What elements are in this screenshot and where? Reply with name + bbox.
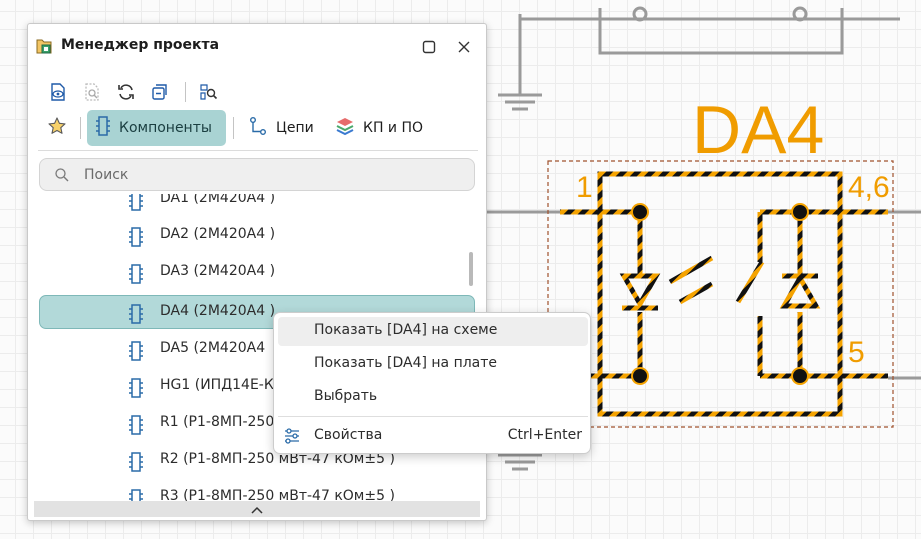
component-designator: DA4 (692, 92, 824, 168)
toolbar-separator (185, 82, 186, 102)
list-item-label: DA5 (2М420А4 (160, 340, 266, 356)
panel-titlebar[interactable]: Менеджер проекта (28, 24, 486, 68)
chevron-up-icon (250, 500, 264, 519)
maximize-button[interactable] (418, 36, 440, 58)
net-icon (248, 116, 268, 140)
project-manager-icon (35, 37, 53, 59)
pin-label-5: 5 (848, 336, 865, 369)
list-item-da2[interactable]: DA2 (2М420А4 ) (39, 218, 475, 252)
search-input[interactable] (84, 165, 464, 185)
search-icon (54, 167, 70, 187)
list-item-label: HG1 (ИПД14Е-К (160, 377, 274, 393)
list-item-da3[interactable]: DA3 (2М420А4 ) (39, 255, 475, 289)
list-item-label: R1 (Р1-8МП-250 (160, 414, 275, 430)
collapse-icon[interactable] (148, 80, 172, 104)
panel-title: Менеджер проекта (61, 37, 220, 53)
pads-tab-label: КП и ПО (363, 120, 424, 136)
component-icon (128, 264, 144, 288)
star-icon (47, 116, 67, 140)
find-disabled-icon (80, 80, 104, 104)
list-item-label: DA4 (2М420А4 ) (160, 303, 276, 319)
select-menu-item[interactable]: Выбрать (278, 383, 588, 412)
component-icon (128, 452, 144, 476)
list-scrollbar[interactable] (469, 252, 473, 286)
menu-item-label: Выбрать (314, 388, 378, 404)
menu-separator (278, 416, 588, 417)
components-tab[interactable]: Компоненты (87, 110, 226, 146)
list-item-label: R3 (Р1-8МП-250 мВт-47 кОм±5 ) (160, 488, 395, 502)
component-icon (128, 194, 144, 215)
layers-icon (335, 116, 355, 140)
list-item-label: DA2 (2М420А4 ) (160, 226, 276, 242)
component-icon (128, 415, 144, 439)
pin-label-4-6: 4,6 (848, 171, 890, 204)
show-on-board-menu-item[interactable]: Показать [DA4] на плате (278, 350, 588, 379)
nets-tab[interactable]: Цепи (240, 110, 322, 146)
refresh-icon[interactable] (114, 80, 138, 104)
component-icon (128, 341, 144, 365)
pads-tab[interactable]: КП и ПО (327, 110, 431, 146)
pin-label-1: 1 (576, 171, 593, 204)
close-button[interactable] (453, 36, 475, 58)
collapse-bar[interactable] (34, 501, 480, 517)
context-menu: Показать [DA4] на схеме Показать [DA4] н… (273, 312, 591, 454)
list-item-label: DA1 (2М420А4 ) (160, 194, 276, 206)
components-tab-label: Компоненты (119, 120, 212, 136)
properties-menu-item[interactable]: Свойства Ctrl+Enter (278, 422, 588, 451)
component-icon (128, 304, 144, 328)
settings-sliders-icon (283, 427, 301, 449)
filter-separator (80, 117, 81, 139)
component-icon (128, 227, 144, 251)
component-body[interactable] (560, 171, 888, 417)
menu-item-shortcut: Ctrl+Enter (507, 427, 582, 443)
nets-tab-label: Цепи (276, 120, 314, 136)
search-box[interactable] (39, 158, 475, 191)
menu-item-label: Свойства (314, 427, 383, 443)
menu-item-label: Показать [DA4] на схеме (314, 322, 498, 338)
view-icon[interactable] (46, 80, 70, 104)
component-icon (95, 116, 111, 140)
list-item-label: DA3 (2М420А4 ) (160, 263, 276, 279)
filter-divider (38, 150, 478, 151)
component-icon (128, 378, 144, 402)
zoom-find-icon[interactable] (196, 80, 220, 104)
favorites-filter[interactable] (39, 110, 75, 146)
filter-separator (233, 117, 234, 139)
menu-item-label: Показать [DA4] на плате (314, 355, 498, 371)
pin-dots (631, 203, 809, 385)
list-item-da1[interactable]: DA1 (2М420А4 ) (39, 194, 475, 216)
show-on-schematic-menu-item[interactable]: Показать [DA4] на схеме (278, 317, 588, 346)
